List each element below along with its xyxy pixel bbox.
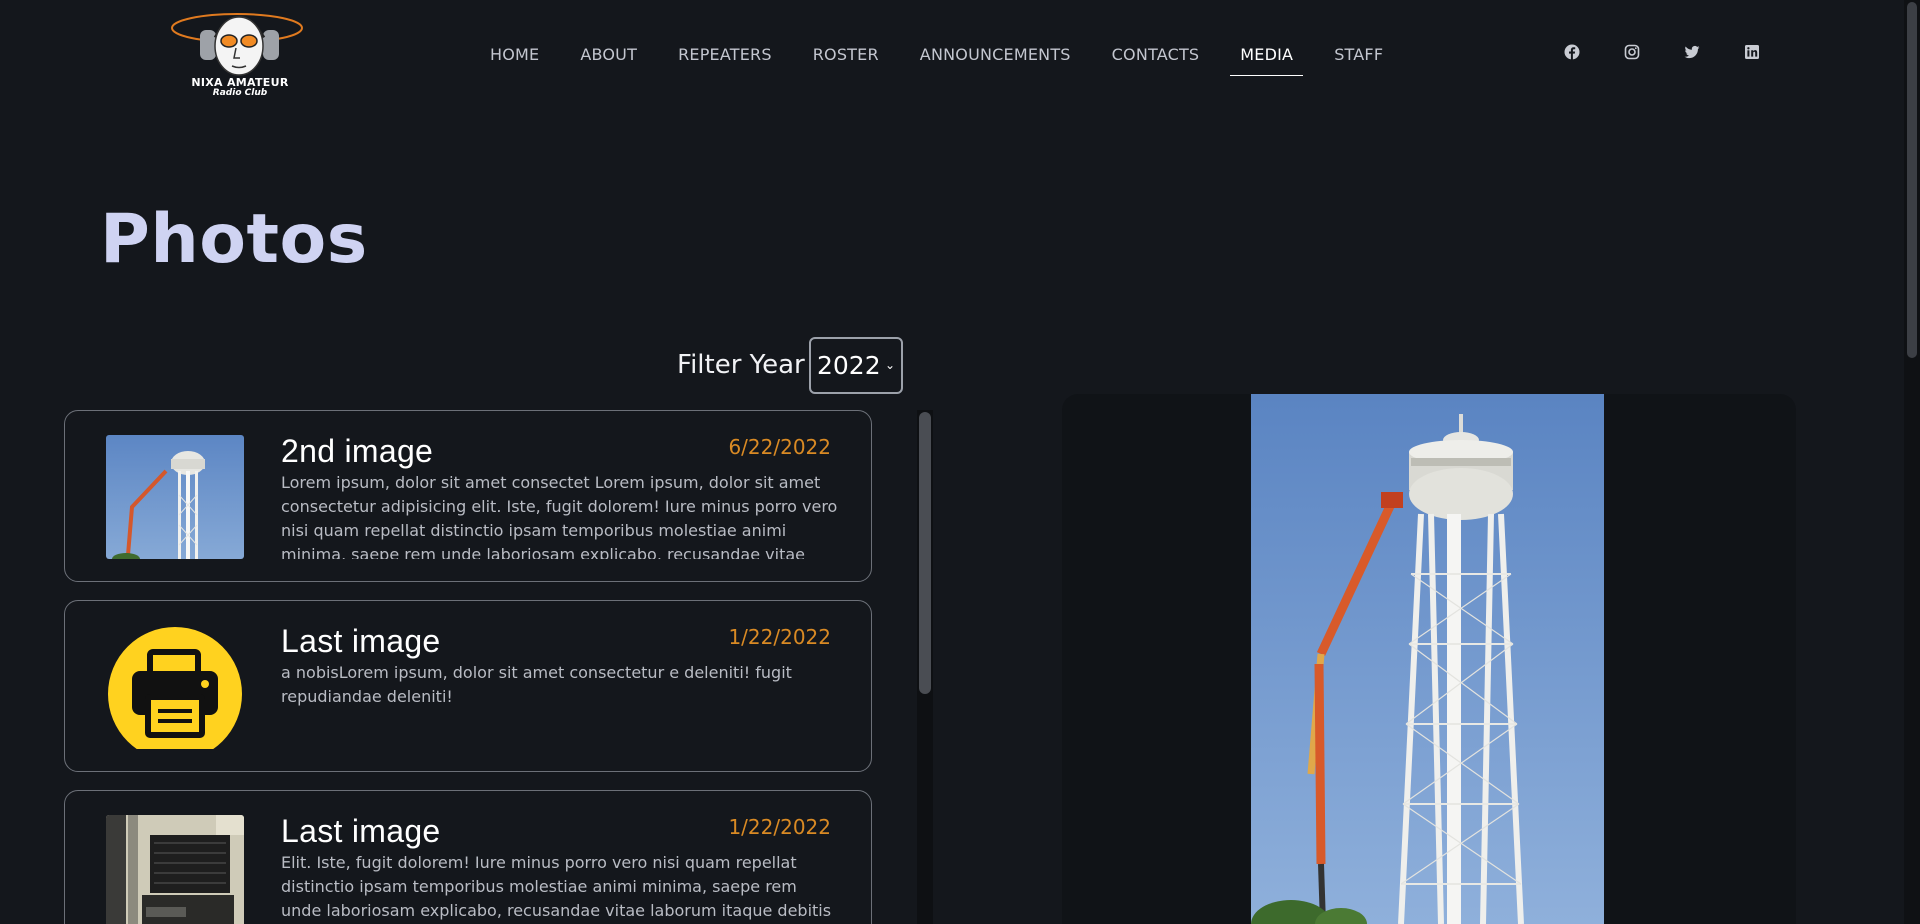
nav-item-media[interactable]: MEDIA: [1230, 30, 1304, 76]
printer-icon: [108, 627, 242, 749]
nav-item-roster[interactable]: ROSTER: [803, 30, 889, 76]
card-description: Lorem ipsum, dolor sit amet consectet Lo…: [281, 473, 838, 559]
twitter-icon[interactable]: [1684, 44, 1700, 60]
printer-thumbnail: [106, 625, 244, 749]
nav-item-about[interactable]: ABOUT: [570, 30, 647, 76]
card-date: 1/22/2022: [728, 815, 831, 839]
nav-item-home[interactable]: HOME: [480, 30, 549, 76]
nav-item-repeaters[interactable]: REPEATERS: [668, 30, 782, 76]
card-title: 2nd image: [281, 433, 434, 469]
card-date: 1/22/2022: [728, 625, 831, 649]
photo-card[interactable]: 2nd image 6/22/2022 Lorem ipsum, dolor s…: [64, 410, 872, 582]
page-title: Photos: [100, 200, 368, 279]
nav-item-staff[interactable]: STAFF: [1324, 30, 1393, 76]
filter-year-label: Filter Year: [677, 350, 805, 380]
logo-mascot-graphic: [171, 13, 303, 76]
water-tower-photo: [106, 435, 244, 559]
nav-item-announcements[interactable]: ANNOUNCEMENTS: [910, 30, 1081, 76]
equipment-rack-thumbnail: [106, 815, 244, 924]
photo-preview-image: [1251, 394, 1604, 924]
facebook-icon[interactable]: [1564, 44, 1580, 60]
photo-list-scrollbar-thumb[interactable]: [919, 412, 931, 694]
card-description: a nobisLorem ipsum, dolor sit amet conse…: [281, 663, 792, 706]
equipment-rack-photo: [106, 815, 244, 924]
page-scrollbar-thumb[interactable]: [1907, 2, 1917, 358]
instagram-icon[interactable]: [1624, 44, 1640, 60]
water-tower-photo-large: [1251, 394, 1604, 924]
main-nav: HOME ABOUT REPEATERS ROSTER ANNOUNCEMENT…: [480, 30, 1414, 76]
nav-item-contacts[interactable]: CONTACTS: [1102, 30, 1210, 76]
year-select[interactable]: 2022 ⌄: [809, 337, 903, 394]
photo-list: 2nd image 6/22/2022 Lorem ipsum, dolor s…: [64, 410, 874, 924]
card-title: Last image: [281, 623, 441, 659]
photo-card[interactable]: Last image 1/22/2022 Elit. Iste, fugit d…: [64, 790, 872, 924]
card-date: 6/22/2022: [728, 435, 831, 459]
logo-text-line2: Radio Club: [212, 88, 268, 98]
chevron-down-icon: ⌄: [884, 358, 895, 372]
site-logo[interactable]: NIXA AMATEUR Radio Club: [170, 8, 310, 100]
card-title: Last image: [281, 813, 441, 849]
water-tower-thumbnail: [106, 435, 244, 559]
photo-card[interactable]: Last image 1/22/2022 a nobisLorem ipsum,…: [64, 600, 872, 772]
card-description: Elit. Iste, fugit dolorem! Iure minus po…: [281, 853, 832, 920]
year-select-value: 2022: [817, 351, 881, 380]
linkedin-icon[interactable]: [1744, 44, 1760, 60]
